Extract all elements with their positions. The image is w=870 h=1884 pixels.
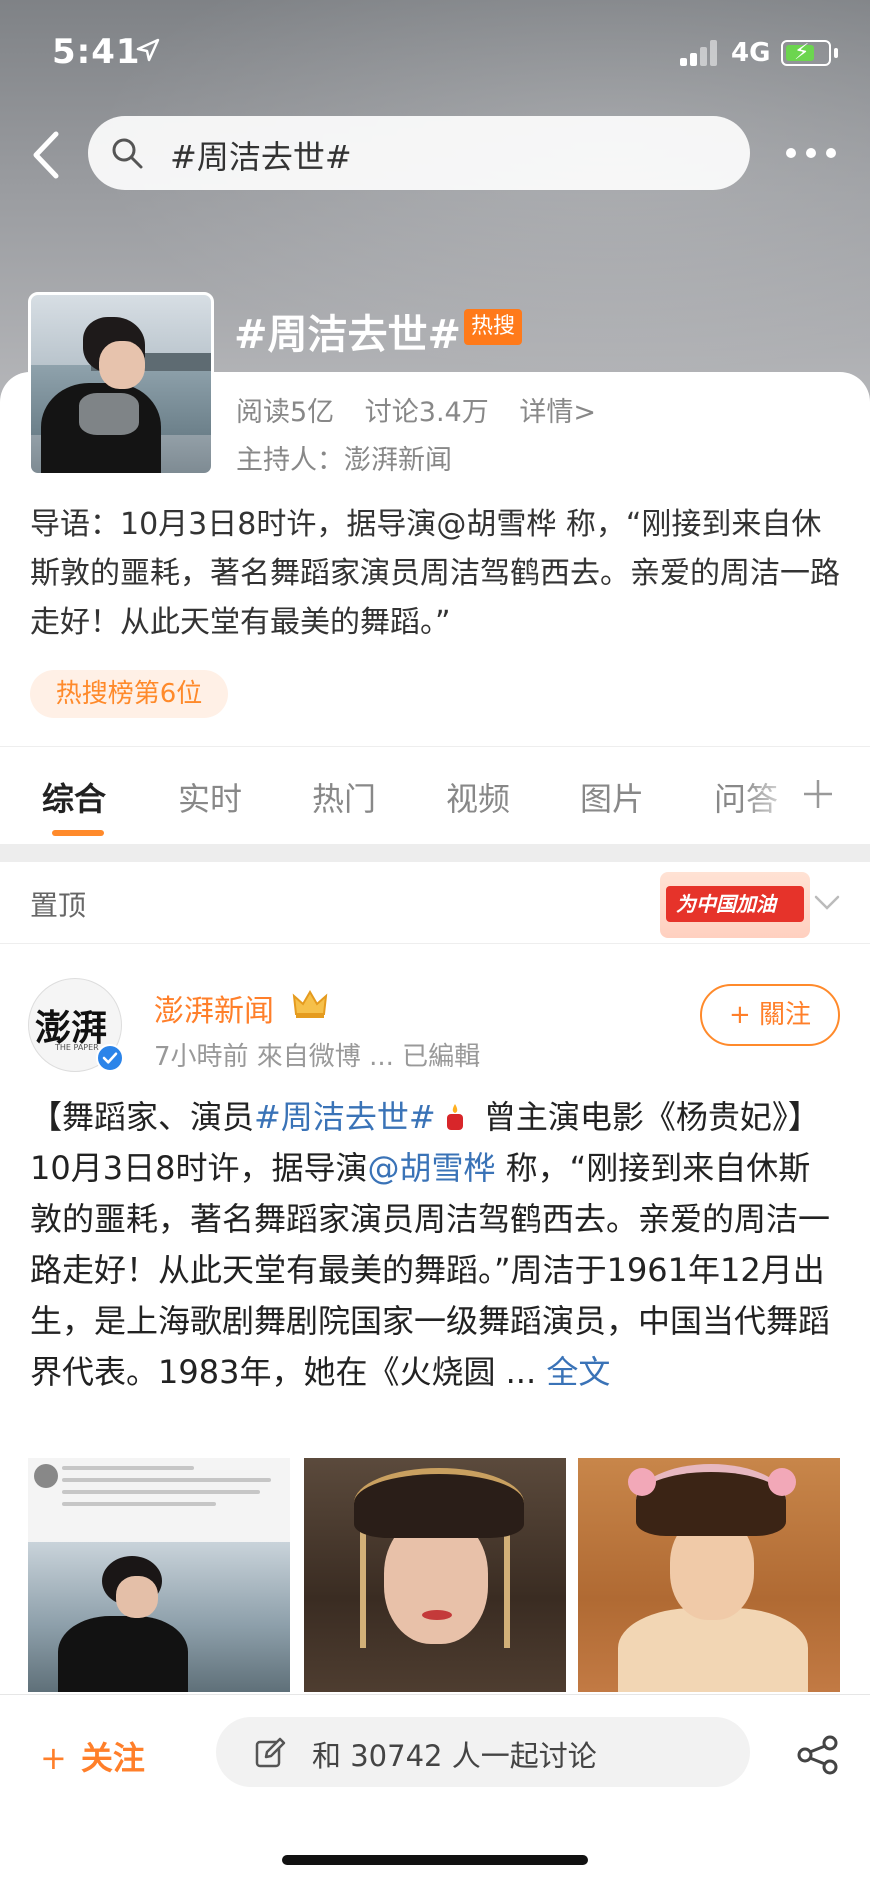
follow-topic-button[interactable]: + 关注 (40, 1733, 145, 1779)
post-text-prefix: 【舞蹈家、演员 (30, 1098, 255, 1136)
tab-video[interactable]: 视频 (446, 774, 510, 820)
hot-badge: 热搜 (464, 309, 522, 345)
avatar-logo-subtext: THE PAPER (55, 1043, 99, 1052)
tab-bar: 综合 实时 热门 视频 图片 问答 (0, 748, 870, 842)
search-icon (112, 138, 143, 169)
post-topic-link[interactable]: #周洁去世# (254, 1098, 436, 1136)
discussion-count: 讨论3.4万 (364, 397, 489, 428)
chevron-down-icon[interactable] (814, 894, 840, 912)
details-link[interactable]: 详情> (519, 397, 596, 428)
add-tab-icon[interactable] (800, 776, 836, 812)
discuss-input[interactable]: 和 30742 人一起讨论 (216, 1717, 750, 1787)
post-username[interactable]: 澎湃新闻 (154, 986, 274, 1030)
pinned-row[interactable]: 置顶 为中国加油 (0, 862, 870, 944)
post-body: 【舞蹈家、演员#周洁去世# 曾主演电影《杨贵妃》】10月3日8时许，据导演@胡雪… (30, 1092, 840, 1398)
location-arrow-icon (136, 38, 160, 62)
tab-realtime[interactable]: 实时 (178, 774, 242, 820)
edit-icon (255, 1737, 286, 1768)
status-bar: 5:41 4G ⚡ (0, 0, 870, 100)
share-icon[interactable] (796, 1735, 840, 1775)
tab-pictures[interactable]: 图片 (580, 774, 644, 820)
section-separator (0, 844, 870, 862)
bottom-action-bar: + 关注 和 30742 人一起讨论 (0, 1694, 870, 1884)
follow-topic-label: 关注 (80, 1739, 145, 1777)
verified-icon (96, 1044, 124, 1072)
discuss-placeholder: 和 30742 人一起讨论 (312, 1739, 597, 1773)
search-query: #周洁去世# (170, 138, 352, 176)
network-label: 4G (731, 38, 771, 68)
active-tab-indicator (52, 830, 104, 836)
tab-comprehensive[interactable]: 综合 (42, 774, 106, 820)
battery-icon: ⚡ (781, 40, 831, 66)
topic-host[interactable]: 主持人：澎湃新闻 (236, 438, 452, 477)
home-indicator[interactable] (282, 1855, 588, 1865)
post-image-2[interactable] (304, 1458, 566, 1692)
follow-button[interactable]: + 關注 (700, 984, 840, 1046)
search-input[interactable]: #周洁去世# (88, 116, 750, 190)
status-time: 5:41 (52, 32, 141, 72)
topic-title: #周洁去世# (234, 312, 462, 358)
campaign-banner-text: 为中国加油 (676, 892, 776, 916)
tab-hot[interactable]: 热门 (312, 774, 376, 820)
post-mention-link[interactable]: @胡雪桦 (367, 1149, 495, 1187)
crown-icon (292, 990, 328, 1018)
back-icon[interactable] (26, 130, 66, 180)
full-text-link[interactable]: 全文 (546, 1353, 610, 1391)
signal-icon (680, 40, 722, 66)
topic-intro: 导语：10月3日8时许，据导演@胡雪桦 称，“刚接到来自休斯敦的噩耗，著名舞蹈家… (30, 507, 840, 640)
post-image-3[interactable] (578, 1458, 840, 1692)
post-image-1[interactable] (28, 1458, 290, 1692)
campaign-banner[interactable]: 为中国加油 (660, 872, 810, 938)
post-meta: 7小時前 來自微博 ... 已編輯 (154, 1042, 481, 1072)
divider (0, 746, 870, 747)
pinned-label: 置顶 (30, 889, 87, 922)
candle-icon (446, 1104, 463, 1130)
topic-stats: 阅读5亿 讨论3.4万 详情> (236, 390, 618, 429)
hot-rank-tag[interactable]: 热搜榜第6位 (30, 670, 228, 718)
topic-cover-image (28, 292, 214, 476)
more-icon[interactable] (786, 148, 836, 160)
read-count: 阅读5亿 (236, 397, 335, 428)
